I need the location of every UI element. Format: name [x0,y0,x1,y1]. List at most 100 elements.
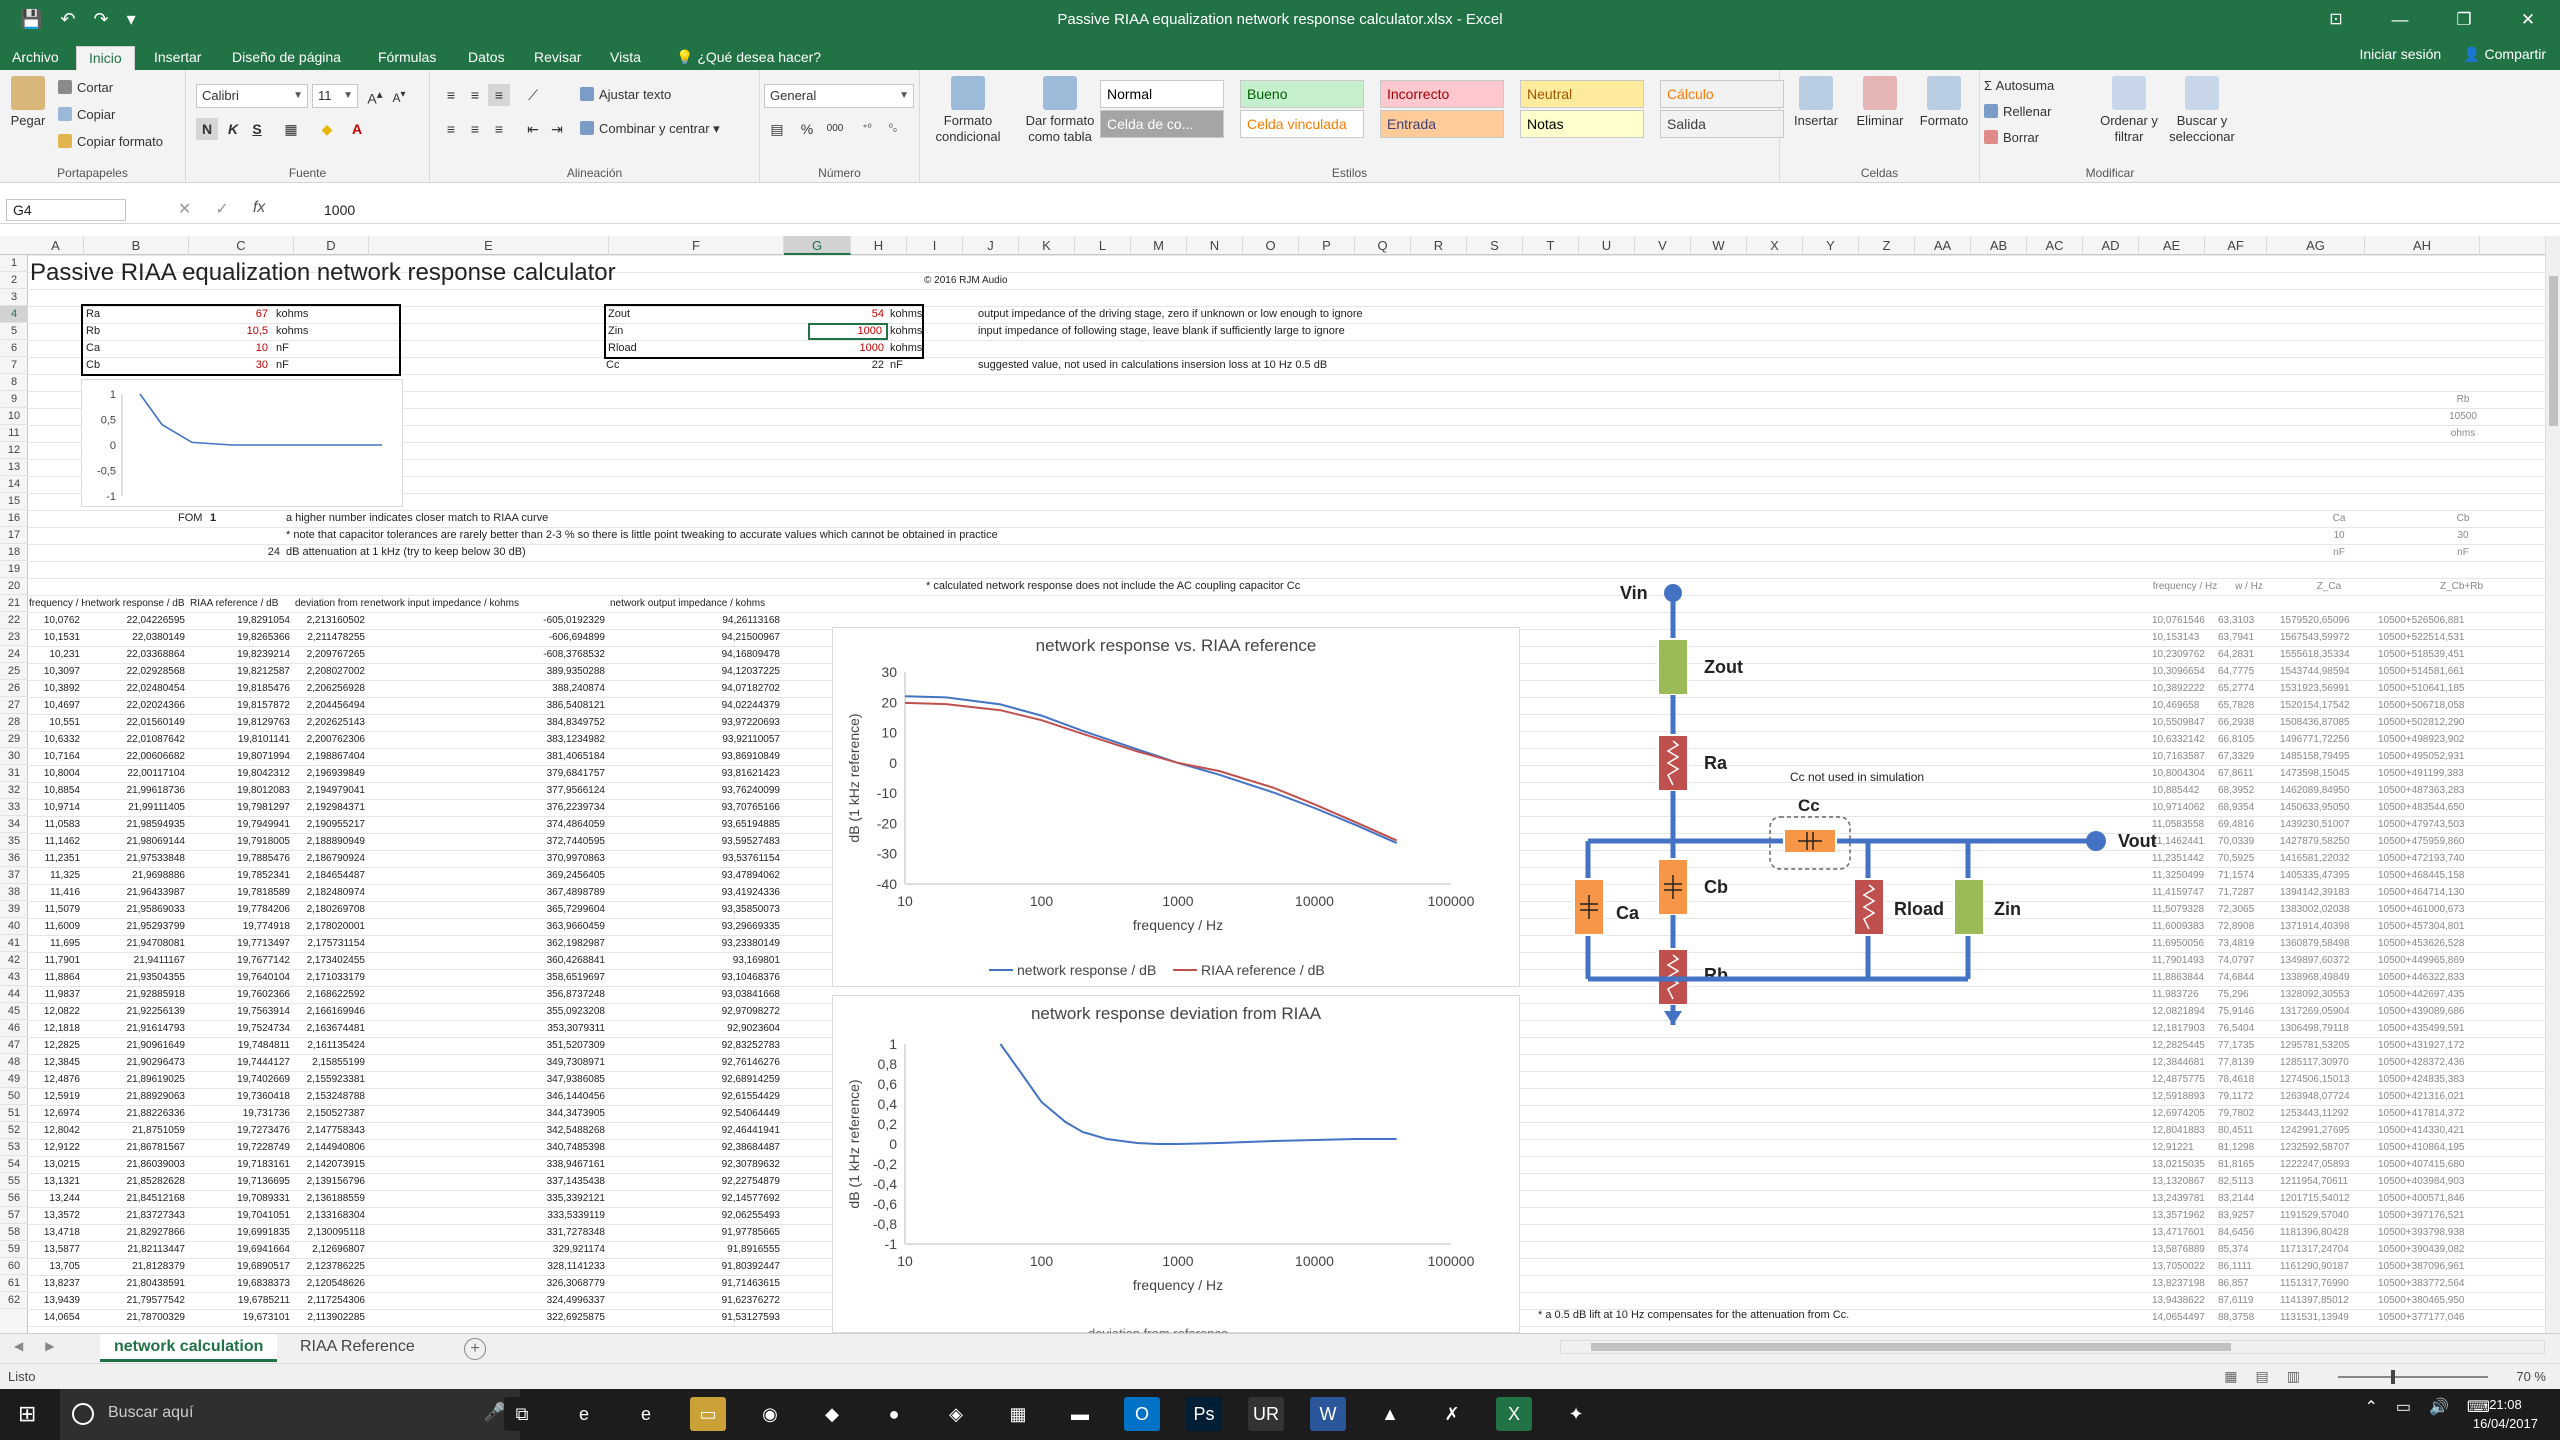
table-cell[interactable]: 21,90296473 [84,1054,189,1071]
enter-icon[interactable]: ✓ [215,199,228,219]
far-cell[interactable]: 1485158,79495 [2280,748,2378,765]
far-cell[interactable]: 84,6456 [2218,1224,2280,1241]
column-header-l[interactable]: L [1075,236,1131,255]
table-cell[interactable]: 92,22754879 [609,1173,784,1190]
row-header[interactable]: 47 [0,1037,28,1054]
page-layout-icon[interactable]: ▤ [2256,1368,2269,1385]
circuit-schematic[interactable]: Vin Zout Ra Vout Cc Cc not used in simulation… [1528,579,2188,1025]
table-cell[interactable]: 381,4065184 [369,748,609,765]
tab-insertar[interactable]: Insertar [142,46,213,70]
table-cell[interactable]: 19,7981297 [189,799,294,816]
row-header[interactable]: 13 [0,459,28,476]
sheet-tab-riaa-reference[interactable]: RIAA Reference [286,1334,429,1362]
table-cell[interactable]: 19,7136695 [189,1173,294,1190]
sort-filter-button[interactable]: Ordenar y filtrar [2094,76,2164,145]
column-header-ab[interactable]: AB [1971,236,2027,255]
far-cell[interactable]: 1427879,58250 [2280,833,2378,850]
photos-icon[interactable]: ▲ [1372,1397,1408,1431]
far-cell[interactable]: 1328092,30553 [2280,986,2378,1003]
row-header[interactable]: 19 [0,561,28,578]
cell-style-8[interactable]: Notas [1520,110,1644,138]
table-cell[interactable]: 21,9698886 [84,867,189,884]
far-cell[interactable]: 1349897,60372 [2280,952,2378,969]
table-cell[interactable]: 22,00606682 [84,748,189,765]
table-cell[interactable]: 93,41924336 [609,884,784,901]
app-icon[interactable]: ▦ [1000,1397,1036,1431]
table-cell[interactable]: 19,8157872 [189,697,294,714]
row-header[interactable]: 21 [0,595,28,612]
table-cell[interactable]: 21,98594935 [84,816,189,833]
far-cell[interactable]: 1242991,27695 [2280,1122,2378,1139]
far-cell[interactable]: 10500+461000,673 [2378,901,2545,918]
table-cell[interactable]: 2,209767265 [294,646,369,663]
far-cell[interactable]: 73,4819 [2218,935,2280,952]
column-header-q[interactable]: Q [1355,236,1411,255]
far-cell[interactable]: 67,3329 [2218,748,2280,765]
far-cell[interactable]: 10500+475959,860 [2378,833,2545,850]
far-cell[interactable]: 70,5925 [2218,850,2280,867]
zoom-slider[interactable] [2338,1376,2488,1378]
table-cell[interactable]: 386,5408121 [369,697,609,714]
far-cell[interactable]: 80,4511 [2218,1122,2280,1139]
table-cell[interactable]: 93,70765166 [609,799,784,816]
font-size-combo[interactable]: 11 ▼ [312,84,358,108]
table-cell[interactable]: 2,186790924 [294,850,369,867]
far-cell[interactable]: 10500+439089,686 [2378,1003,2545,1020]
row-header[interactable]: 59 [0,1241,28,1258]
far-cell[interactable]: 71,7287 [2218,884,2280,901]
tab-formulas[interactable]: Fórmulas [366,46,448,70]
tab-archivo[interactable]: Archivo [0,46,71,70]
far-cell[interactable]: 13,8237198 [2152,1275,2218,1292]
underline-button[interactable]: S [246,118,268,140]
table-cell[interactable]: 21,79577542 [84,1292,189,1309]
table-cell[interactable]: 21,91614793 [84,1020,189,1037]
table-cell[interactable]: 92,14577692 [609,1190,784,1207]
table-cell[interactable]: 10,1531 [28,629,84,646]
far-cell[interactable]: 81,8165 [2218,1156,2280,1173]
row-header[interactable]: 27 [0,697,28,714]
table-cell[interactable]: 2,194979041 [294,782,369,799]
table-cell[interactable]: 331,7278348 [369,1224,609,1241]
row-header[interactable]: 15 [0,493,28,510]
column-header-u[interactable]: U [1579,236,1635,255]
table-cell[interactable]: 93,97220693 [609,714,784,731]
far-cell[interactable]: 1151317,76990 [2280,1275,2378,1292]
row-header[interactable]: 32 [0,782,28,799]
table-cell[interactable]: 94,02244379 [609,697,784,714]
table-cell[interactable]: 19,8129763 [189,714,294,731]
table-cell[interactable]: 92,30789632 [609,1156,784,1173]
row-header[interactable]: 23 [0,629,28,646]
worksheet-grid[interactable]: Passive RIAA equalization network respon… [28,255,2545,1333]
table-cell[interactable]: 21,94708081 [84,935,189,952]
table-cell[interactable]: 2,171033179 [294,969,369,986]
table-cell[interactable]: 10,6332 [28,731,84,748]
far-cell[interactable]: 10500+464714,130 [2378,884,2545,901]
column-header-n[interactable]: N [1187,236,1243,255]
far-cell[interactable]: 12,3844681 [2152,1054,2218,1071]
table-cell[interactable]: 21,83727343 [84,1207,189,1224]
app-icon[interactable]: ▬ [1062,1397,1098,1431]
table-cell[interactable]: 21,85282628 [84,1173,189,1190]
table-cell[interactable]: 2,120548626 [294,1275,369,1292]
cancel-icon[interactable]: ✕ [178,199,191,219]
far-cell[interactable]: 69,4816 [2218,816,2280,833]
row-header[interactable]: 3 [0,289,28,306]
row-header[interactable]: 40 [0,918,28,935]
row-header[interactable]: 5 [0,323,28,340]
table-cell[interactable]: 92,97098272 [609,1003,784,1020]
table-cell[interactable]: 2,12696807 [294,1241,369,1258]
far-cell[interactable]: 1567543,59972 [2280,629,2378,646]
row-header[interactable]: 2 [0,272,28,289]
far-cell[interactable]: 10500+428372,436 [2378,1054,2545,1071]
decrease-decimal-icon[interactable]: ⁰₀ [882,118,904,140]
font-name-combo[interactable]: Calibri ▼ [196,84,308,108]
photoshop-icon[interactable]: Ps [1186,1397,1222,1431]
far-cell[interactable]: 65,2774 [2218,680,2280,697]
far-cell[interactable]: 63,7941 [2218,629,2280,646]
table-cell[interactable]: 13,705 [28,1258,84,1275]
table-cell[interactable]: 19,7273476 [189,1122,294,1139]
grow-font-button[interactable]: A▴ [364,84,386,107]
row-header[interactable]: 24 [0,646,28,663]
far-cell[interactable]: 1508436,87085 [2280,714,2378,731]
table-cell[interactable]: 91,80392447 [609,1258,784,1275]
